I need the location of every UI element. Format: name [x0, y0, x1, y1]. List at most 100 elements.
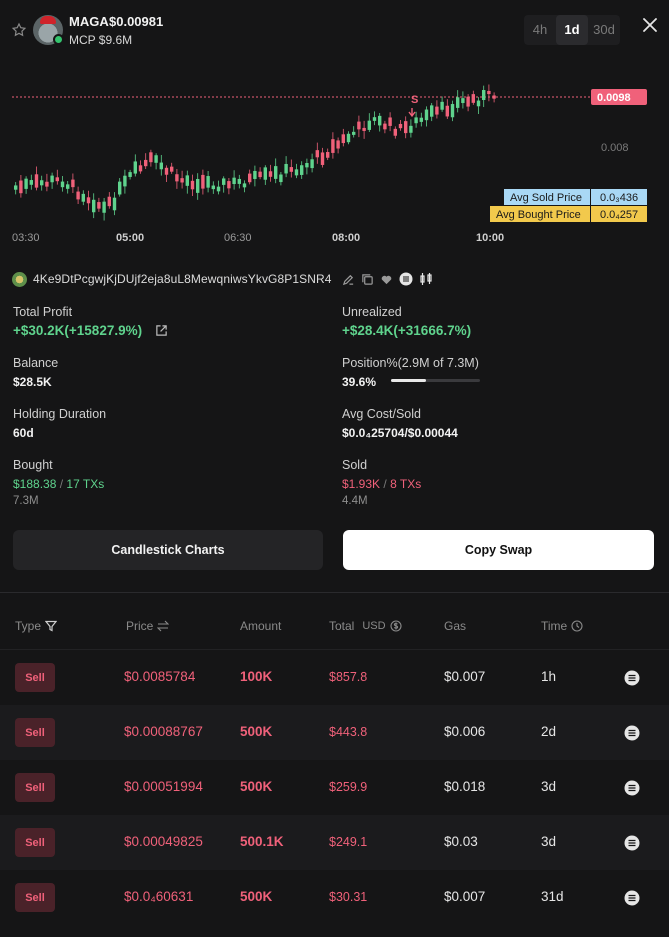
- candle-body: [388, 117, 392, 126]
- heart-icon[interactable]: [380, 273, 393, 286]
- row-amount: 500K: [240, 724, 273, 739]
- candle-body: [175, 174, 179, 182]
- bought-label: Bought: [13, 458, 53, 472]
- candle-body: [50, 175, 54, 183]
- filter-icon[interactable]: [45, 620, 58, 632]
- x-tick-0330: 03:30: [12, 232, 40, 244]
- sold-amount: 4.4M: [342, 495, 368, 507]
- candle-body: [92, 199, 96, 213]
- clock-icon[interactable]: [571, 620, 583, 632]
- position-progress-fill: [391, 379, 427, 382]
- candle-body: [435, 106, 439, 115]
- wallet-address[interactable]: 4Ke9DtPcgwjKjDUjf2eja8uL8MewqniwsYkvG8P1…: [33, 272, 332, 286]
- candle-body: [367, 120, 371, 130]
- timeframe-1d[interactable]: 1d: [556, 15, 588, 45]
- candle-body: [492, 95, 496, 99]
- copy-icon[interactable]: [361, 273, 374, 286]
- header-gas-label: Gas: [444, 619, 467, 633]
- candle-body: [40, 180, 44, 186]
- avg-cost-value: $0.0₄25704/$0.00044: [342, 426, 458, 440]
- swap-arrows-icon[interactable]: [157, 620, 170, 632]
- candle-body: [232, 177, 236, 185]
- row-total: $259.9: [329, 780, 368, 794]
- row-details-icon[interactable]: [624, 670, 640, 686]
- row-details-icon[interactable]: [624, 780, 640, 796]
- total-profit-value: +$30.2K(+15827.9%): [13, 323, 142, 338]
- table-row[interactable]: Sell $0.00051994 500K $259.9 $0.018 3d: [0, 760, 669, 815]
- candle-body: [97, 202, 101, 209]
- edit-icon[interactable]: [342, 273, 355, 286]
- candle-body: [310, 159, 314, 169]
- currency-toggle-icon[interactable]: [390, 620, 402, 632]
- bought-value-row: $188.38 / 17 TXs: [13, 477, 104, 491]
- y-axis-label: 0.008: [601, 142, 629, 154]
- candle-body: [409, 125, 413, 133]
- sold-value-row: $1.93K / 8 TXs: [342, 477, 421, 491]
- candle-body: [206, 176, 210, 188]
- star-icon[interactable]: [11, 22, 27, 38]
- candle-body: [133, 161, 137, 174]
- copy-swap-button[interactable]: Copy Swap: [343, 530, 654, 570]
- table-row[interactable]: Sell $0.00049825 500.1K $249.1 $0.03 3d: [0, 815, 669, 870]
- holding-duration-label: Holding Duration: [13, 407, 107, 421]
- row-amount: 500.1K: [240, 834, 284, 849]
- table-row[interactable]: Sell $0.0085784 100K $857.8 $0.007 1h: [0, 650, 669, 705]
- timeframe-4h[interactable]: 4h: [524, 15, 556, 45]
- share-icon[interactable]: [155, 324, 168, 337]
- row-time: 2d: [541, 724, 557, 739]
- type-badge: Sell: [15, 773, 55, 802]
- row-details-icon[interactable]: [624, 890, 640, 906]
- candle-body: [268, 171, 273, 177]
- table-row[interactable]: Sell $0.0₄60631 500K $30.31 $0.007 31d: [0, 870, 669, 925]
- candle-body: [138, 165, 143, 172]
- candle-body: [263, 167, 267, 180]
- header-price[interactable]: Price: [126, 619, 170, 633]
- candle-body: [154, 155, 158, 163]
- candle-body: [201, 174, 205, 189]
- price-tag: 0.0098: [597, 92, 631, 104]
- candle-body: [185, 175, 189, 186]
- solscan-icon[interactable]: [399, 272, 413, 286]
- candle-body: [378, 115, 382, 126]
- candlestick-charts-button[interactable]: Candlestick Charts: [13, 530, 323, 570]
- row-gas: $0.03: [444, 834, 478, 849]
- header-total[interactable]: Total USD: [329, 619, 402, 633]
- bought-separator: /: [59, 477, 64, 491]
- candle-body: [14, 185, 18, 190]
- candles-icon[interactable]: [419, 272, 433, 286]
- candle-body: [372, 117, 377, 121]
- row-details-icon[interactable]: [624, 725, 640, 741]
- price-chart[interactable]: S 0.0098 0.008 Avg Sold Price 0.0₃436 Av…: [0, 60, 669, 260]
- candle-body: [357, 121, 361, 130]
- candle-body: [237, 178, 241, 184]
- row-total: $30.31: [329, 890, 368, 904]
- row-details-icon[interactable]: [624, 835, 640, 851]
- avg-cost-label: Avg Cost/Sold: [342, 407, 421, 421]
- type-badge: Sell: [15, 883, 55, 912]
- header-gas: Gas: [444, 619, 466, 633]
- candle-body: [320, 152, 325, 165]
- candle-body: [398, 123, 403, 129]
- candle-body: [279, 174, 283, 183]
- token-price: $0.00981: [109, 14, 164, 29]
- candle-body: [346, 133, 351, 143]
- header-type-label: Type: [15, 619, 42, 633]
- row-gas: $0.018: [444, 779, 486, 794]
- header-time[interactable]: Time: [541, 619, 583, 633]
- row-amount: 100K: [240, 669, 273, 684]
- table-row[interactable]: Sell $0.00088767 500K $443.8 $0.006 2d: [0, 705, 669, 760]
- candle-body: [294, 169, 299, 176]
- candle-body: [81, 193, 85, 202]
- candle-body: [190, 180, 195, 190]
- header-type[interactable]: Type: [15, 619, 58, 633]
- header-amount: Amount: [240, 619, 281, 633]
- candle-body: [445, 105, 449, 117]
- row-price: $0.0085784: [124, 669, 196, 684]
- candle-body: [305, 163, 309, 168]
- timeframe-30d[interactable]: 30d: [588, 15, 620, 45]
- wallet-row: 4Ke9DtPcgwjKjDUjf2eja8uL8MewqniwsYkvG8P1…: [12, 270, 433, 288]
- row-total: $249.1: [329, 835, 368, 849]
- close-icon[interactable]: [641, 16, 659, 34]
- timeframe-selector: 4h 1d 30d: [524, 15, 620, 45]
- type-badge: Sell: [15, 718, 55, 747]
